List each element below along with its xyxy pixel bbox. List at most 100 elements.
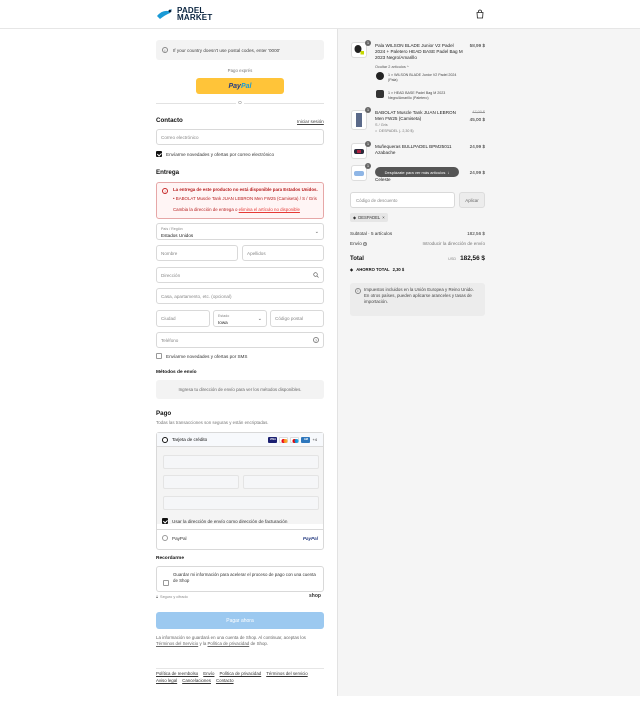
shopping-bag-icon[interactable]	[475, 9, 485, 19]
discount-code-input[interactable]: Código de descuento	[350, 192, 455, 208]
search-icon	[313, 272, 319, 278]
sms-checkbox[interactable]	[156, 353, 162, 359]
quantity-badge: 1	[365, 107, 371, 113]
privacy-link[interactable]: Política de privacidad	[208, 641, 250, 646]
quantity-badge: 1	[365, 141, 371, 147]
billing-same-label: Usar la dirección de envío como direcció…	[172, 518, 288, 524]
racket-bundle-icon	[354, 45, 364, 55]
apply-discount-button[interactable]: Aplicar	[459, 192, 485, 208]
secure-label: 🔒︎ Seguro y cifrado	[156, 595, 188, 599]
pay-now-button[interactable]: Pagar ahora	[156, 612, 324, 629]
subtotal-row: Subtotal · 5 artículos 182,56 $	[350, 231, 485, 236]
state-label: Estado	[218, 314, 230, 318]
state-select[interactable]: Estado Iowa ⌄	[213, 310, 267, 327]
billing-same-option[interactable]: Usar la dirección de envío como direcció…	[162, 518, 287, 524]
credit-card-option[interactable]: Tarjeta de crédito VISA AM +4	[157, 433, 323, 447]
bundle-toggle[interactable]: Ocultar 2 artículos ^	[375, 65, 409, 69]
legal-suffix: de Shop.	[249, 641, 269, 646]
shipping-label-wrap: Envío ?	[350, 241, 368, 246]
quantity-badge: 1	[365, 163, 371, 169]
help-icon[interactable]: ?	[313, 337, 319, 343]
product-name: Muñequeras BULLPADEL BPM25011 Azabache	[375, 144, 452, 155]
footer-link-cancellations[interactable]: Cancelaciones	[182, 678, 211, 683]
tag-icon: ⌂	[375, 129, 378, 133]
legal-middle: y la	[198, 641, 208, 646]
currency-code: USD	[448, 257, 457, 261]
apartment-field[interactable]: Casa, apartamento, etc. (opcional)	[156, 288, 324, 304]
error-item-text: BABOLAT Muscle Tank JUAN LEBRON Men FW25…	[175, 196, 317, 201]
error-title: La entrega de este producto no está disp…	[173, 187, 318, 192]
chevron-down-icon: ⌄	[257, 316, 262, 322]
city-field[interactable]: Ciudad	[156, 310, 210, 327]
country-select[interactable]: País / Región Estados Unidos ⌄	[156, 223, 324, 240]
paypal-option[interactable]: PayPal PayPal	[162, 535, 318, 541]
remove-discount-icon[interactable]: ×	[382, 215, 384, 220]
remember-checkbox[interactable]	[163, 580, 169, 586]
bundle-toggle-label: Ocultar 2 artículos	[375, 65, 406, 69]
product-name: BABOLAT Muscle Tank JUAN LEBRON Men FW25…	[375, 110, 456, 121]
item-discount: ⌂ DESPADEL (- 2,30 $)	[375, 129, 414, 133]
error-hint: Cambia la dirección de entrega o elimina…	[173, 207, 300, 212]
visa-icon: VISA	[268, 436, 278, 443]
footer-link-terms[interactable]: Términos del servicio	[266, 671, 307, 676]
billing-same-checkbox[interactable]	[162, 518, 168, 524]
phone-field[interactable]: Teléfono ?	[156, 332, 324, 348]
notice-text: If your country doesn't use postal codes…	[173, 47, 281, 53]
card-cvv-field[interactable]	[243, 475, 319, 489]
payment-options: Tarjeta de crédito VISA AM +4 Usar la di…	[156, 432, 324, 550]
country-label: País / Región	[161, 227, 183, 231]
sms-option[interactable]: Envíarme novedades y ofertas por SMS	[156, 353, 247, 359]
terms-link[interactable]: Términos del Servicio	[156, 641, 198, 646]
footer-link-privacy[interactable]: Política de privacidad	[219, 671, 261, 676]
footer-link-contact[interactable]: Contacto	[216, 678, 234, 683]
discount-code: DESPADEL	[358, 215, 381, 220]
paypal-radio[interactable]	[162, 535, 168, 541]
help-icon[interactable]: ?	[363, 242, 368, 246]
first-name-field[interactable]: Nombre	[156, 245, 238, 261]
newsletter-label: Envíarme novedades y ofertas por correo …	[166, 151, 275, 157]
credit-card-radio[interactable]	[162, 436, 168, 443]
logo[interactable]: PADEL MARKET	[156, 7, 212, 22]
delivery-title: Entrega	[156, 169, 180, 176]
email-placeholder: Correo electrónico	[161, 134, 199, 140]
card-name-field[interactable]	[163, 496, 319, 510]
footer-link-shipping[interactable]: Envío	[203, 671, 214, 676]
express-checkout-label: Pago exprés	[227, 68, 253, 73]
payment-subtitle: Todas las transacciones son seguras y es…	[156, 420, 269, 425]
zip-placeholder: Código postal	[275, 316, 304, 321]
info-icon: i	[162, 47, 168, 53]
newsletter-checkbox[interactable]	[156, 151, 162, 157]
subtotal-label: Subtotal · 5 artículos	[350, 231, 393, 236]
old-price: 47,00 $	[472, 110, 485, 114]
tax-info-box: i Impuestos incluidos en la Unión Europe…	[350, 283, 485, 316]
email-field[interactable]: Correo electrónico	[156, 129, 324, 145]
amex-icon: AM	[301, 436, 311, 443]
savings-label: AHORRO TOTAL	[356, 267, 390, 272]
footer-link-legal[interactable]: Aviso legal	[156, 678, 177, 683]
product-price: 24,99 $	[469, 170, 485, 175]
card-expiry-field[interactable]	[163, 475, 239, 489]
scroll-more-items-button[interactable]: Desplázate para ver más artículos ↓	[375, 167, 459, 177]
tank-top-icon	[356, 113, 362, 127]
quantity-badge: 1	[365, 40, 371, 46]
city-placeholder: Ciudad	[161, 316, 176, 321]
warning-icon: !	[162, 188, 168, 194]
shop-logo: shop	[309, 593, 321, 599]
first-name-placeholder: Nombre	[161, 250, 178, 256]
discount-chip: ◆ DESPADEL ×	[350, 213, 388, 222]
newsletter-option[interactable]: Envíarme novedades y ofertas por correo …	[156, 151, 274, 157]
login-link[interactable]: Iniciar sesión	[297, 119, 324, 124]
card-number-field[interactable]	[163, 455, 319, 469]
last-name-field[interactable]: Apellidos	[242, 245, 324, 261]
zip-field[interactable]: Código postal	[270, 310, 324, 327]
header: PADEL MARKET	[0, 0, 640, 29]
bundle-item-2: 1 × HEAD BASE Padel Bag M 2023 Negro/Ama…	[388, 91, 446, 100]
state-value: Iowa	[218, 320, 228, 325]
footer-link-refund[interactable]: Política de reembolso	[156, 671, 198, 676]
shipping-methods-placeholder: Ingresa tu dirección de envío para ver l…	[156, 380, 324, 399]
bundle-item-thumb	[376, 90, 384, 98]
shipping-value: Introducir la dirección de envío	[422, 241, 485, 246]
paypal-express-button[interactable]: Pay Pal	[196, 78, 284, 94]
remove-item-link[interactable]: elimina el artículo no disponible	[239, 207, 300, 212]
address-field[interactable]: Dirección	[156, 267, 324, 283]
